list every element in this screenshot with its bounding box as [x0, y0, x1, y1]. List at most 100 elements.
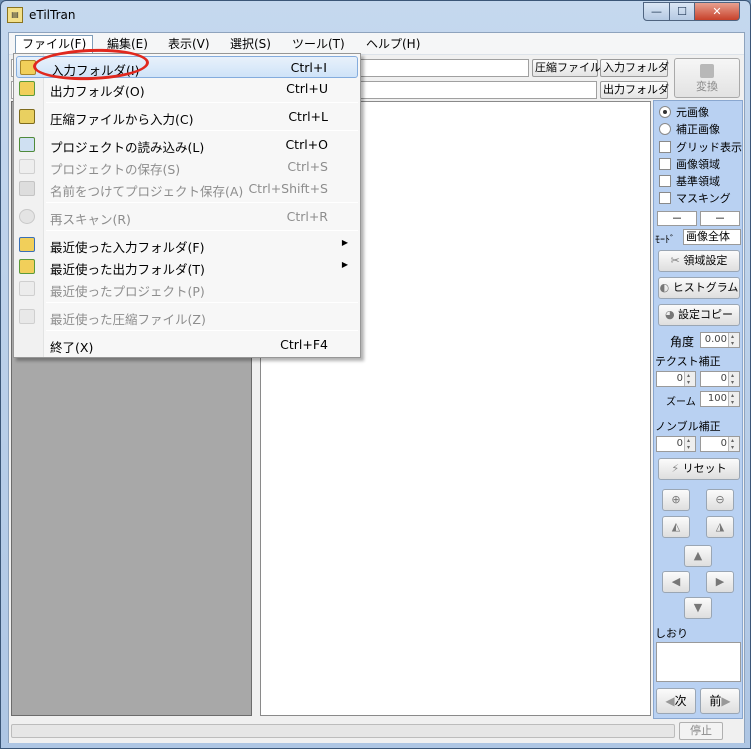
submenu-arrow-icon: ▶	[341, 260, 348, 269]
menu-tools[interactable]: ツール(T)	[286, 35, 351, 53]
menu-item-shortcut: Ctrl+U	[286, 81, 328, 96]
menu-help[interactable]: ヘルプ(H)	[360, 35, 426, 53]
radio-corrected[interactable]	[659, 123, 671, 135]
checkbox-image-area-label: 画像領域	[676, 158, 720, 171]
nombre-correction-x-spinner[interactable]: 0	[656, 436, 696, 452]
menu-item-shortcut: Ctrl+Shift+S	[248, 181, 328, 196]
angle-spinner[interactable]: 0.00	[700, 332, 740, 348]
menu-separator	[46, 302, 358, 303]
menu-item-from-archive[interactable]: 圧縮ファイルから入力(C) Ctrl+L	[16, 106, 358, 128]
bookmark-label: しおり	[655, 627, 688, 640]
menu-view[interactable]: 表示(V)	[162, 35, 216, 53]
menu-item-exit[interactable]: 終了(X) Ctrl+F4	[16, 334, 358, 356]
menu-separator	[46, 230, 358, 231]
checkbox-image-area[interactable]	[659, 158, 671, 170]
histogram-button[interactable]: ◐ ヒストグラム	[658, 277, 740, 299]
move-up-icon[interactable]: ▲	[684, 545, 712, 567]
color-field-2[interactable]: －	[700, 211, 740, 226]
zoom-label: ズーム	[666, 397, 696, 408]
menu-item-save-project-as[interactable]: 名前をつけてプロジェクト保存(A) Ctrl+Shift+S	[16, 178, 358, 200]
compress-file-button[interactable]: 圧縮ファイル	[532, 59, 601, 77]
menu-item-recent-project[interactable]: 最近使ったプロジェクト(P)	[16, 278, 358, 300]
move-left-icon[interactable]: ◀	[662, 571, 690, 593]
progress-bar	[11, 724, 675, 738]
menu-item-output-folder[interactable]: 出力フォルダ(O) Ctrl+U	[16, 78, 358, 100]
minimize-button[interactable]: —	[643, 2, 670, 21]
checkbox-grid[interactable]	[659, 141, 671, 153]
recent-input-icon	[19, 237, 35, 252]
menu-item-label: 名前をつけてプロジェクト保存(A)	[50, 184, 244, 199]
file-menu-dropdown: 入力フォルダ(I) Ctrl+I 出力フォルダ(O) Ctrl+U 圧縮ファイル…	[13, 53, 361, 358]
text-correction-label: テクスト補正	[655, 355, 721, 368]
folder-out-icon	[19, 81, 35, 96]
prev-arrow-icon: ▶	[721, 694, 731, 708]
save-as-icon	[19, 181, 35, 196]
checkbox-base-area-label: 基準領域	[676, 175, 720, 188]
menu-item-recent-archive[interactable]: 最近使った圧縮ファイル(Z)	[16, 306, 358, 328]
menu-item-label: 最近使った入力フォルダ(F)	[50, 240, 205, 255]
menu-item-label: 終了(X)	[50, 340, 94, 355]
checkbox-grid-label: グリッド表示	[676, 141, 742, 154]
window-title: eTilTran	[29, 8, 76, 22]
copy-settings-label: 設定コピー	[678, 308, 734, 321]
input-folder-button[interactable]: 入力フォルダ	[600, 59, 669, 77]
prev-button[interactable]: 前▶	[700, 688, 740, 714]
zoom-out-icon[interactable]: ⊖	[706, 489, 734, 511]
menu-item-shortcut: Ctrl+I	[290, 60, 327, 75]
radio-original[interactable]	[659, 106, 671, 118]
menu-item-shortcut: Ctrl+L	[288, 109, 328, 124]
move-right-icon[interactable]: ▶	[706, 571, 734, 593]
submenu-arrow-icon: ▶	[341, 238, 348, 247]
output-folder-button[interactable]: 出力フォルダ	[600, 81, 669, 99]
text-correction-x-spinner[interactable]: 0	[656, 371, 696, 387]
area-set-label: 領域設定	[683, 254, 728, 267]
stop-button[interactable]: 停止	[679, 722, 723, 740]
convert-arrow-icon	[700, 64, 714, 78]
app-logo-icon: ▤	[7, 7, 23, 23]
nombre-correction-y-spinner[interactable]: 0	[700, 436, 740, 452]
menu-item-label: プロジェクトの保存(S)	[50, 162, 181, 177]
recent-output-icon	[19, 259, 35, 274]
reset-button[interactable]: ⚡ リセット	[658, 458, 740, 480]
rotate-right-icon[interactable]: ◮	[706, 516, 734, 538]
copy-icon: ◕	[664, 308, 679, 321]
rotate-left-icon[interactable]: ◭	[662, 516, 690, 538]
copy-settings-button[interactable]: ◕ 設定コピー	[658, 304, 740, 326]
bookmark-list[interactable]	[656, 642, 741, 682]
checkbox-masking-label: マスキング	[676, 192, 731, 205]
next-button[interactable]: ◀次	[656, 688, 696, 714]
next-arrow-icon: ◀	[665, 694, 675, 708]
menu-item-recent-output[interactable]: 最近使った出力フォルダ(T) ▶	[16, 256, 358, 278]
area-set-button[interactable]: ✂ 領域設定	[658, 250, 740, 272]
maximize-button[interactable]: ☐	[669, 2, 695, 21]
angle-label: 角度	[670, 335, 695, 349]
menu-item-label: プロジェクトの読み込み(L)	[50, 140, 205, 155]
menu-item-rescan[interactable]: 再スキャン(R) Ctrl+R	[16, 206, 358, 228]
zoom-in-icon[interactable]: ⊕	[662, 489, 690, 511]
menu-item-save-project[interactable]: プロジェクトの保存(S) Ctrl+S	[16, 156, 358, 178]
zoom-spinner[interactable]: 100	[700, 391, 740, 407]
mode-select[interactable]: 画像全体	[683, 229, 741, 245]
lightning-icon: ⚡	[671, 462, 683, 475]
menu-item-recent-input[interactable]: 最近使った入力フォルダ(F) ▶	[16, 234, 358, 256]
menu-select[interactable]: 選択(S)	[224, 35, 277, 53]
menu-item-label: 最近使った出力フォルダ(T)	[50, 262, 205, 277]
checkbox-base-area[interactable]	[659, 175, 671, 187]
app-window: ▤ eTilTran — ☐ ✕ ファイル(F) 編集(E) 表示(V) 選択(…	[0, 0, 751, 749]
save-icon	[19, 159, 35, 174]
color-field-1[interactable]: －	[657, 211, 697, 226]
text-correction-y-spinner[interactable]: 0	[700, 371, 740, 387]
menu-item-shortcut: Ctrl+R	[286, 209, 328, 224]
close-button[interactable]: ✕	[694, 2, 740, 21]
checkbox-masking[interactable]	[659, 192, 671, 204]
radio-original-label: 元画像	[676, 106, 709, 119]
status-bar: 停止	[9, 721, 744, 743]
move-down-icon[interactable]: ▼	[684, 597, 712, 619]
convert-label: 変換	[696, 80, 718, 93]
menu-item-shortcut: Ctrl+S	[287, 159, 328, 174]
histogram-label: ヒストグラム	[672, 281, 739, 294]
convert-button[interactable]: 変換	[674, 58, 740, 98]
mode-label: ﾓｰﾄﾞ	[655, 235, 675, 246]
histogram-icon: ◐	[659, 281, 673, 294]
menu-item-load-project[interactable]: プロジェクトの読み込み(L) Ctrl+O	[16, 134, 358, 156]
